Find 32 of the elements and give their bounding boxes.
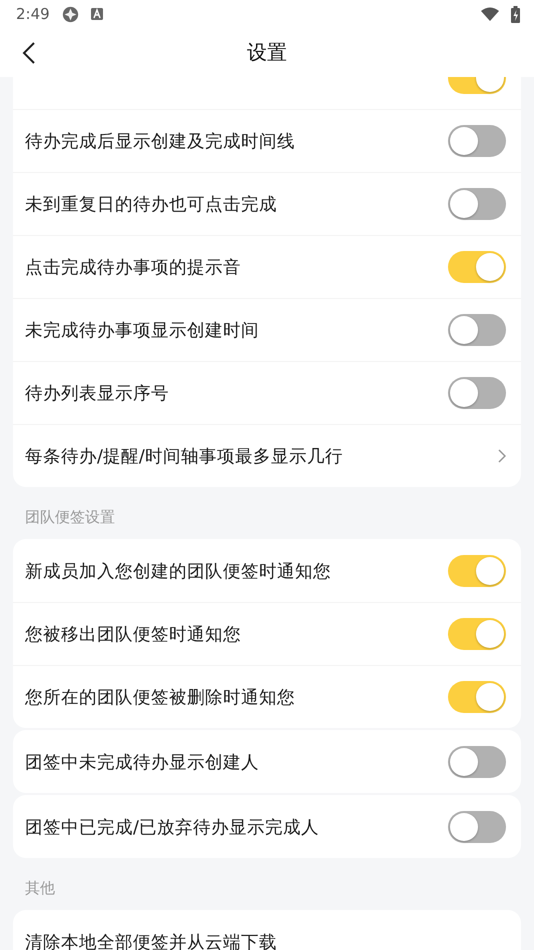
setting-label: 待办完成后显示创建及完成时间线 xyxy=(25,131,296,153)
setting-label: 每条待办/提醒/时间轴事项最多显示几行 xyxy=(25,446,344,468)
setting-label: 待办列表显示序号 xyxy=(25,383,170,405)
chevron-right-icon[interactable] xyxy=(498,449,506,463)
setting-label: 新成员加入您创建的团队便签时通知您 xyxy=(25,560,332,582)
toggle-switch[interactable] xyxy=(448,251,506,283)
setting-label: 清除本地全部便签并从云端下载 xyxy=(25,932,278,950)
setting-label: 您被移出团队便签时通知您 xyxy=(25,624,242,646)
setting-label: 未完成待办事项显示创建时间 xyxy=(25,320,260,342)
toggle-switch[interactable] xyxy=(448,125,506,157)
back-icon xyxy=(22,42,36,64)
toggle-switch[interactable] xyxy=(448,314,506,346)
setting-label: 点击完成待办事项的提示音 xyxy=(25,257,242,279)
font-icon xyxy=(90,8,103,20)
wifi-icon xyxy=(481,7,499,21)
toggle-switch[interactable] xyxy=(448,681,506,713)
toggle-switch[interactable] xyxy=(448,554,506,586)
toggle-switch[interactable] xyxy=(448,746,506,778)
toggle-switch[interactable] xyxy=(448,188,506,220)
section-title: 其他 xyxy=(24,878,56,899)
toggle-switch[interactable] xyxy=(448,810,506,842)
setting-label: 未到重复日的待办也可点击完成 xyxy=(25,194,278,216)
page-title: 设置 xyxy=(247,39,287,66)
setting-label: 团签中未完成待办显示创建人 xyxy=(25,752,260,774)
toggle-switch[interactable] xyxy=(448,377,506,409)
section-title: 团队便签设置 xyxy=(24,507,116,528)
app-logo-icon xyxy=(62,6,79,22)
setting-label: 您所在的团队便签被删除时通知您 xyxy=(25,687,296,709)
setting-label: 团签中已完成/已放弃待办显示完成人 xyxy=(25,816,320,838)
status-time: 2:49 xyxy=(16,5,50,23)
toggle-switch[interactable] xyxy=(448,618,506,650)
battery-icon xyxy=(511,6,520,22)
